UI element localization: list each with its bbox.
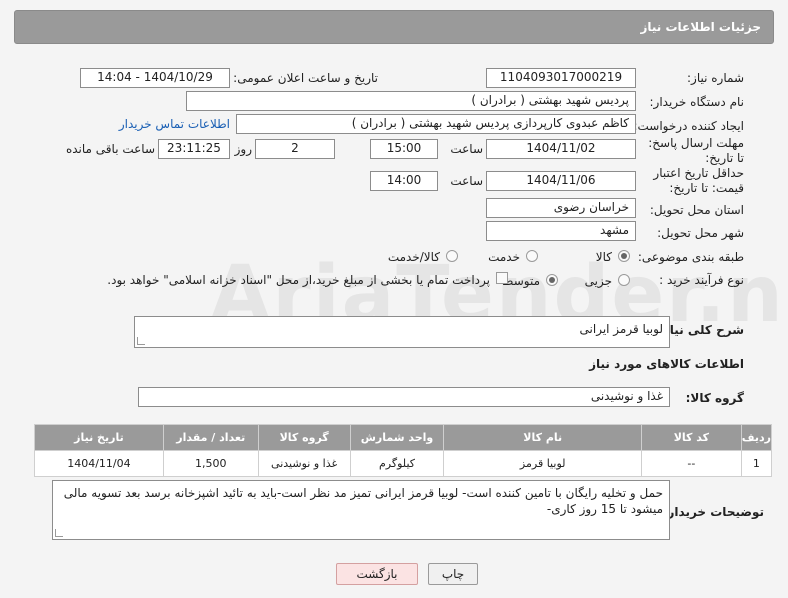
need-number-field[interactable]: 1104093017000219: [486, 68, 636, 88]
summary-field[interactable]: لوبیا قرمز ایرانی: [134, 316, 670, 348]
page-frame: AriaTender.net جزئیات اطلاعات نیاز شماره…: [0, 0, 788, 598]
province-field[interactable]: خراسان رضوی: [486, 198, 636, 218]
cell-group: غذا و نوشیدنی: [257, 450, 351, 477]
province-label: استان محل تحویل:: [649, 203, 744, 217]
announce-date-label: تاریخ و ساعت اعلان عمومی:: [233, 71, 378, 85]
process-option-minor: جزیی: [584, 274, 612, 288]
back-button[interactable]: بازگشت: [336, 563, 418, 585]
resize-grip-icon: [55, 529, 63, 537]
table-row[interactable]: 1 -- لوبیا قرمز کیلوگرم غذا و نوشیدنی 1,…: [34, 450, 773, 477]
col-row: ردیف: [740, 424, 773, 451]
goods-group-label: گروه کالا:: [685, 391, 744, 405]
col-need-date: تاریخ نیاز: [34, 424, 164, 451]
goods-group-field[interactable]: غذا و نوشیدنی: [138, 387, 670, 407]
buyer-org-label: نام دستگاه خریدار:: [649, 95, 745, 109]
cell-row: 1: [740, 450, 773, 477]
remaining-time-label: ساعت باقی مانده: [65, 142, 155, 156]
remaining-time-field[interactable]: 23:11:25: [158, 139, 230, 159]
price-time-label: ساعت: [450, 174, 483, 188]
watermark-logo: AriaTender.net: [210, 250, 788, 340]
resize-grip-icon: [137, 337, 145, 345]
col-group: گروه کالا: [257, 424, 351, 451]
need-number-label: شماره نیاز:: [687, 71, 744, 85]
cell-need-date: 1404/11/04: [34, 450, 164, 477]
requester-field[interactable]: کاظم عبدوی کارپردازی پردیس شهید بهشتی ( …: [236, 114, 636, 134]
goods-section-title: اطلاعات کالاهای مورد نیاز: [589, 357, 744, 371]
col-unit: واحد شمارش: [349, 424, 445, 451]
buyer-notes-text: حمل و تخلیه رایگان با تامین کننده است- ل…: [63, 486, 663, 516]
process-radio-minor[interactable]: [618, 274, 630, 286]
treasury-checkbox[interactable]: [496, 272, 508, 284]
goods-table-header: ردیف کد کالا نام کالا واحد شمارش گروه کا…: [34, 424, 773, 451]
city-field[interactable]: مشهد: [486, 221, 636, 241]
category-label: طبقه بندی موضوعی:: [637, 250, 744, 264]
reply-time-label: ساعت: [450, 142, 483, 156]
price-validity-label: حداقل تاریخ اعتبار قیمت: تا تاریخ:: [653, 166, 744, 195]
print-button[interactable]: چاپ: [428, 563, 478, 585]
category-radio-both[interactable]: [446, 250, 458, 262]
reply-time-field[interactable]: 15:00: [370, 139, 438, 159]
price-date-field[interactable]: 1404/11/06: [486, 171, 636, 191]
requester-label: ایجاد کننده درخواست:: [633, 119, 744, 133]
panel-header: جزئیات اطلاعات نیاز: [14, 10, 774, 44]
buyer-org-field[interactable]: پردیس شهید بهشتی ( برادران ): [186, 91, 636, 111]
payment-note: پرداخت تمام یا بخشی از مبلغ خرید،از محل …: [107, 273, 490, 287]
process-radio-medium[interactable]: [546, 274, 558, 286]
reply-deadline-label: مهلت ارسال پاسخ: تا تاریخ:: [648, 136, 744, 165]
city-label: شهر محل تحویل:: [657, 226, 744, 240]
announce-date-field[interactable]: 1404/10/29 - 14:04: [80, 68, 230, 88]
goods-table: ردیف کد کالا نام کالا واحد شمارش گروه کا…: [34, 424, 773, 477]
cell-unit: کیلوگرم: [349, 450, 445, 477]
category-option-both: کالا/خدمت: [387, 250, 440, 264]
col-name: نام کالا: [443, 424, 642, 451]
category-option-goods: کالا: [595, 250, 612, 264]
buyer-notes-label: توضیحات خریدار:: [662, 505, 764, 519]
cell-name: لوبیا قرمز: [443, 450, 642, 477]
panel-title: جزئیات اطلاعات نیاز: [640, 20, 761, 34]
buyer-contact-link[interactable]: اطلاعات تماس خریدار: [119, 117, 230, 131]
reply-date-field[interactable]: 1404/11/02: [486, 139, 636, 159]
summary-label: شرح کلی نیاز:: [658, 323, 744, 337]
category-radio-service[interactable]: [526, 250, 538, 262]
cell-quantity: 1,500: [162, 450, 259, 477]
cell-code: --: [640, 450, 742, 477]
remaining-days-field[interactable]: 2: [255, 139, 335, 159]
process-label: نوع فرآیند خرید :: [659, 273, 744, 287]
summary-text: لوبیا قرمز ایرانی: [579, 322, 663, 336]
buyer-notes-field[interactable]: حمل و تخلیه رایگان با تامین کننده است- ل…: [52, 480, 670, 540]
price-time-field[interactable]: 14:00: [370, 171, 438, 191]
category-radio-goods[interactable]: [618, 250, 630, 262]
col-code: کد کالا: [640, 424, 742, 451]
category-option-service: خدمت: [488, 250, 520, 264]
col-quantity: تعداد / مقدار: [162, 424, 259, 451]
